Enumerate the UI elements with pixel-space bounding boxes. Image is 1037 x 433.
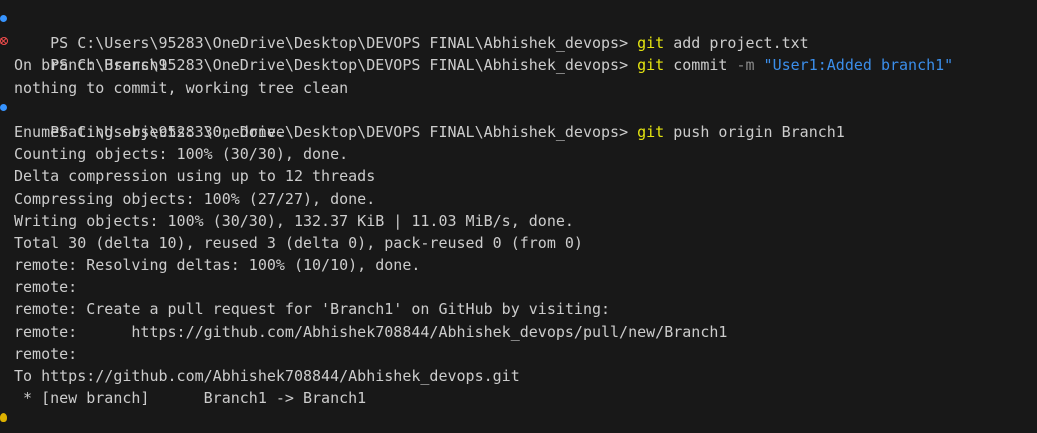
- lightbulb-icon[interactable]: [0, 413, 7, 423]
- command-error-x-icon[interactable]: [0, 37, 8, 46]
- output-line-link[interactable]: remote: https://github.com/Abhishek70884…: [0, 321, 1037, 343]
- output-line: * [new branch] Branch1 -> Branch1: [14, 389, 367, 408]
- command-success-dot-icon[interactable]: [0, 103, 7, 111]
- output-line: On branch Branch1: [14, 56, 168, 75]
- terminal-panel[interactable]: PS C:\Users\95283\OneDrive\Desktop\DEVOP…: [0, 0, 1037, 433]
- output-line: remote: Create a pull request for 'Branc…: [14, 300, 611, 319]
- output-line: Enumerating objects: 30, done.: [14, 122, 285, 141]
- command-line: PS C:\Users\95283\OneDrive\Desktop\DEVOP…: [0, 99, 1037, 141]
- command-line: PS C:\Users\95283\OneDrive\Desktop\DEVOP…: [0, 10, 1037, 52]
- output-line: nothing to commit, working tree clean: [14, 78, 349, 97]
- output-line: Counting objects: 100% (30/30), done.: [14, 145, 349, 164]
- output-line: remote:: [14, 278, 78, 297]
- output-line: Delta compression using up to 12 threads: [14, 167, 376, 186]
- output-line: remote: Resolving deltas: 100% (10/10), …: [14, 256, 421, 275]
- command-success-dot-icon[interactable]: [0, 15, 7, 22]
- output-line: Writing objects: 100% (30/30), 132.37 Ki…: [14, 211, 574, 230]
- output-line: Total 30 (delta 10), reused 3 (delta 0),…: [14, 233, 583, 252]
- output-line-link[interactable]: To https://github.com/Abhishek708844/Abh…: [0, 365, 1037, 387]
- active-prompt-line[interactable]: PS C:\Users\95283\OneDrive\Desktop\DEVOP…: [0, 409, 1037, 431]
- command-line: PS C:\Users\95283\OneDrive\Desktop\DEVOP…: [0, 32, 1037, 74]
- output-line: remote:: [14, 344, 78, 363]
- output-line: Compressing objects: 100% (27/27), done.: [14, 189, 376, 208]
